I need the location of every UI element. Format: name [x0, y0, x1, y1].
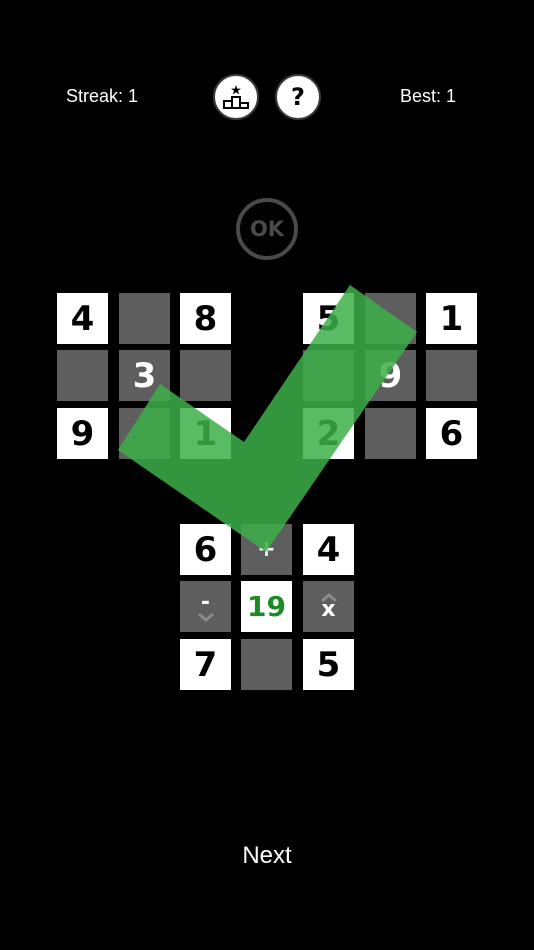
grid-cell[interactable]: 1 [180, 408, 231, 459]
best-label: Best: 1 [400, 86, 457, 106]
operator-cell-empty[interactable] [241, 639, 292, 690]
grid-cell-empty[interactable] [365, 293, 416, 344]
operator-label: x [321, 596, 336, 622]
grid-cell[interactable]: 9 [365, 350, 416, 401]
operand-cell[interactable]: 7 [180, 639, 231, 690]
check-mark-icon [118, 285, 417, 552]
operand-cell[interactable]: 6 [180, 524, 231, 575]
operator-label: - [200, 589, 211, 615]
grid-cell-empty[interactable] [119, 293, 170, 344]
grid-cell-empty[interactable] [426, 350, 477, 401]
grid-cell[interactable]: 5 [303, 293, 354, 344]
grid-cell[interactable]: 3 [119, 350, 170, 401]
grid-cell-empty[interactable] [119, 408, 170, 459]
help-button[interactable]: ? [275, 74, 321, 120]
leaderboard-button[interactable] [213, 74, 259, 120]
grid-cell-empty[interactable] [303, 350, 354, 401]
operand-cell[interactable]: 4 [303, 524, 354, 575]
grid-cell[interactable]: 4 [57, 293, 108, 344]
grid-cell[interactable]: 9 [57, 408, 108, 459]
grid-cell-empty[interactable] [57, 350, 108, 401]
help-icon: ? [291, 83, 305, 111]
target-number: 19 [241, 581, 292, 632]
grid-cell[interactable]: 1 [426, 293, 477, 344]
grid-cell[interactable]: 8 [180, 293, 231, 344]
operator-cell-minus[interactable]: - [180, 581, 231, 632]
operator-cell-plus[interactable]: + [241, 524, 292, 575]
operator-cell-multiply[interactable]: x [303, 581, 354, 632]
grid-cell-empty[interactable] [180, 350, 231, 401]
ok-label: OK [249, 217, 285, 241]
streak-label: Streak: 1 [66, 86, 139, 106]
grid-cell[interactable]: 6 [426, 408, 477, 459]
grid-cell-empty[interactable] [365, 408, 416, 459]
next-button[interactable]: Next [0, 842, 534, 870]
ok-button[interactable]: OK [236, 198, 298, 260]
arrow-down-icon [197, 612, 214, 622]
operand-cell[interactable]: 5 [303, 639, 354, 690]
podium-star-icon [223, 85, 249, 109]
grid-cell[interactable]: 2 [303, 408, 354, 459]
